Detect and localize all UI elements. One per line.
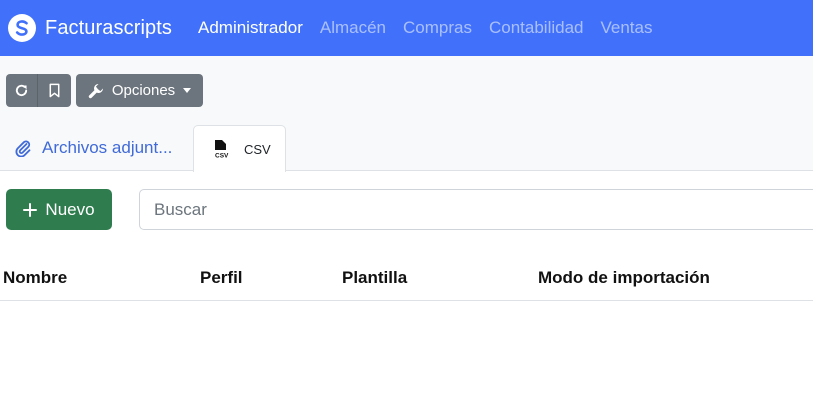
svg-text:CSV: CSV — [215, 153, 229, 160]
csv-file-icon: CSV — [215, 140, 229, 160]
brand[interactable]: Facturascripts — [8, 14, 172, 42]
new-button[interactable]: Nuevo — [6, 189, 112, 230]
tab-attached-files[interactable]: Archivos adjunt... — [0, 125, 172, 171]
bookmark-icon — [49, 83, 60, 98]
column-header-plantilla[interactable]: Plantilla — [342, 268, 407, 288]
nav-item-administrador[interactable]: Administrador — [198, 18, 303, 38]
nav-item-ventas[interactable]: Ventas — [601, 18, 653, 38]
top-navbar: Facturascripts Administrador Almacén Com… — [0, 0, 813, 56]
nav-item-compras[interactable]: Compras — [403, 18, 472, 38]
options-label: Opciones — [111, 82, 176, 99]
column-header-perfil[interactable]: Perfil — [200, 268, 243, 288]
nav-item-almacen[interactable]: Almacén — [320, 18, 386, 38]
caret-down-icon — [183, 88, 192, 93]
brand-name: Facturascripts — [45, 16, 172, 39]
toolbar-area: Opciones Archivos adjunt... CSV CSV — [0, 56, 813, 172]
tab-csv[interactable]: CSV CSV — [193, 125, 286, 172]
table-header: Nombre Perfil Plantilla Modo de importac… — [0, 258, 813, 301]
options-dropdown-button[interactable]: Opciones — [76, 74, 203, 107]
nav-item-contabilidad[interactable]: Contabilidad — [489, 18, 584, 38]
facturascripts-logo-icon — [8, 14, 36, 42]
search-input[interactable] — [139, 189, 813, 230]
tab-attached-files-label: Archivos adjunt... — [42, 138, 173, 157]
plus-icon — [23, 202, 38, 217]
bookmark-button[interactable] — [38, 74, 71, 107]
paperclip-icon — [15, 140, 31, 157]
refresh-button[interactable] — [6, 74, 38, 107]
tab-csv-label: CSV — [244, 141, 271, 157]
column-header-modo-importacion[interactable]: Modo de importación — [538, 268, 710, 288]
wrench-icon — [88, 83, 103, 98]
toolbar-button-group — [6, 74, 71, 107]
column-header-nombre[interactable]: Nombre — [3, 268, 67, 288]
new-button-label: Nuevo — [45, 199, 95, 219]
refresh-icon — [15, 84, 28, 97]
